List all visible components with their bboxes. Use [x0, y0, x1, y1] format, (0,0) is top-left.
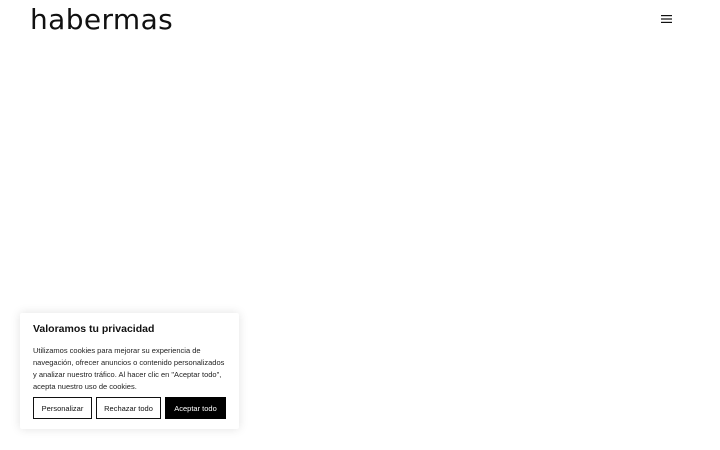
reject-all-button[interactable]: Rechazar todo [96, 397, 161, 419]
site-header: habermas [0, 0, 720, 44]
accept-all-button[interactable]: Aceptar todo [165, 397, 226, 419]
hamburger-menu-icon [660, 15, 672, 23]
cookie-consent-banner: Valoramos tu privacidad Utilizamos cooki… [20, 313, 239, 429]
menu-button[interactable] [658, 12, 674, 26]
cookie-banner-title: Valoramos tu privacidad [33, 323, 155, 335]
cookie-banner-text: Utilizamos cookies para mejorar su exper… [33, 346, 225, 391]
customize-button[interactable]: Personalizar [33, 397, 92, 419]
page: habermas Valoramos tu privacidad Utiliza… [0, 0, 720, 450]
cookie-banner-actions: Personalizar Rechazar todo Aceptar todo [33, 397, 226, 419]
site-logo[interactable]: habermas [30, 3, 173, 37]
